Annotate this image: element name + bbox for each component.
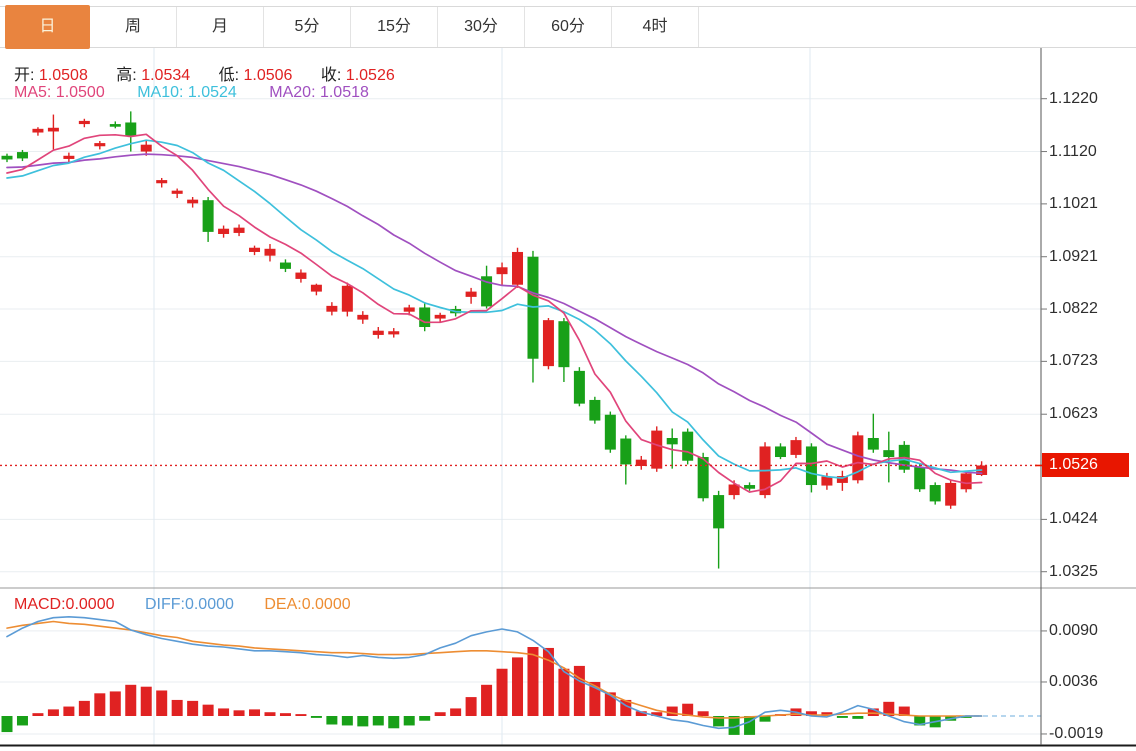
axis-tick-label: 1.0822 xyxy=(1049,300,1098,318)
low-value: 1.0506 xyxy=(244,67,293,84)
axis-tick-label: 1.0623 xyxy=(1049,405,1098,423)
axis-tick-label: 0.0090 xyxy=(1049,622,1098,640)
axis-tick-label: 1.1021 xyxy=(1049,195,1098,213)
ma5-value: MA5: 1.0500 xyxy=(14,84,105,101)
axis-tick-label: 1.1220 xyxy=(1049,90,1098,108)
tab-week[interactable]: 周 xyxy=(90,7,177,47)
close-label: 收: xyxy=(321,67,341,84)
open-value: 1.0508 xyxy=(39,67,88,84)
open-label: 开: xyxy=(14,67,34,84)
tab-15min[interactable]: 15分 xyxy=(351,7,438,47)
high-value: 1.0534 xyxy=(141,67,190,84)
axis-tick-label: 1.1120 xyxy=(1049,143,1097,161)
ma20-value: MA20: 1.0518 xyxy=(269,84,369,101)
close-value: 1.0526 xyxy=(346,67,395,84)
tab-30min[interactable]: 30分 xyxy=(438,7,525,47)
macd-value: MACD:0.0000 xyxy=(14,596,115,613)
low-label: 低: xyxy=(219,67,239,84)
macd-header: MACD:0.0000 DIFF:0.0000 DEA:0.0000 xyxy=(14,596,351,614)
axis-tick-label: 1.0921 xyxy=(1049,248,1098,266)
ohlc-header: 开: 1.0508 高: 1.0534 低: 1.0506 收: 1.0526 xyxy=(14,61,419,85)
kline-app: 日周月5分15分30分60分4时 开: 1.0508 高: 1.0534 低: … xyxy=(0,0,1136,751)
axis-tick-label: -0.0019 xyxy=(1049,725,1103,743)
dea-value: DEA:0.0000 xyxy=(264,596,350,613)
tab-60min[interactable]: 60分 xyxy=(525,7,612,47)
diff-value: DIFF:0.0000 xyxy=(145,596,234,613)
tab-month[interactable]: 月 xyxy=(177,7,264,47)
axis-tick-label: 0.0036 xyxy=(1049,673,1098,691)
current-price-tag: 1.0526 xyxy=(1042,453,1129,477)
tab-5min[interactable]: 5分 xyxy=(264,7,351,47)
period-tab-bar: 日周月5分15分30分60分4时 xyxy=(0,6,1136,48)
tab-4hour[interactable]: 4时 xyxy=(612,7,699,47)
ma-header: MA5: 1.0500 MA10: 1.0524 MA20: 1.0518 xyxy=(14,84,369,102)
high-label: 高: xyxy=(116,67,136,84)
axis-tick-label: 1.0723 xyxy=(1049,352,1098,370)
main-chart-panel[interactable] xyxy=(0,47,1041,588)
axis-tick-label: 1.0424 xyxy=(1049,510,1098,528)
axis-tick-label: 1.0325 xyxy=(1049,563,1098,581)
ma10-value: MA10: 1.0524 xyxy=(137,84,237,101)
tab-day[interactable]: 日 xyxy=(5,5,90,49)
